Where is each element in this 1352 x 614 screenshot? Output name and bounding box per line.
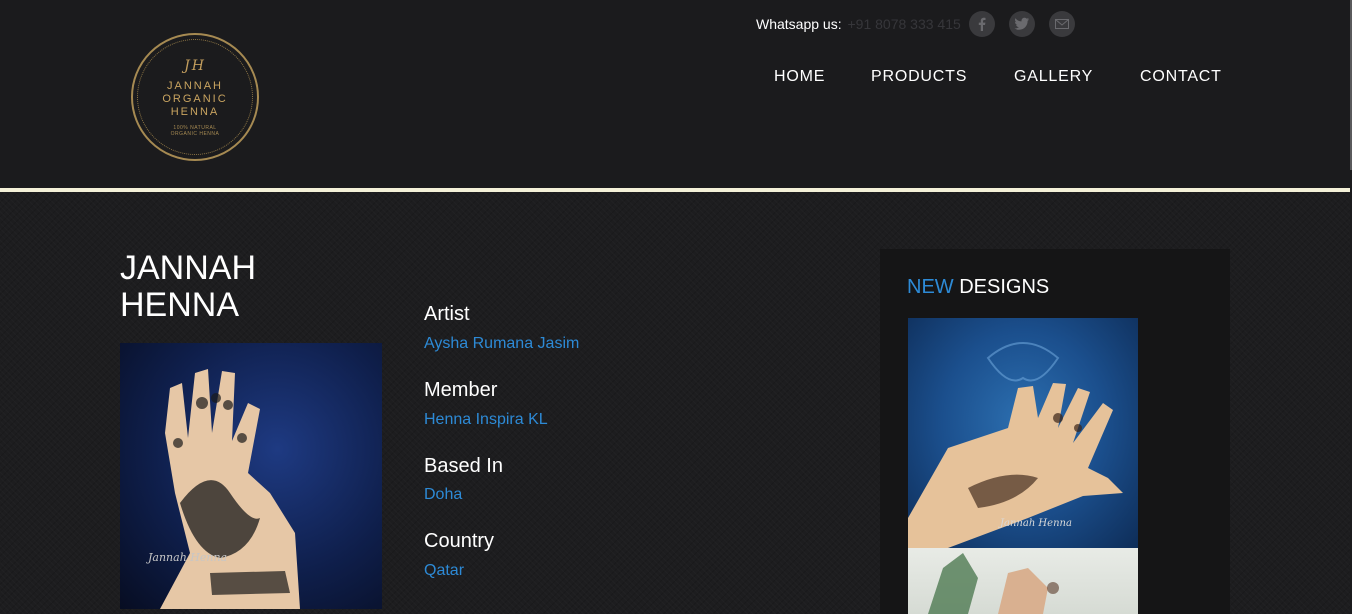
artist-photo: Jannah Henna: [120, 343, 382, 609]
whatsapp-number[interactable]: +91 8078 333 415: [848, 16, 961, 32]
page-title: JANNAH HENNA: [120, 249, 257, 324]
whatsapp-label: Whatsapp us:: [756, 16, 842, 32]
artist-label: Artist: [424, 303, 470, 325]
brand-logo[interactable]: JH JANNAH ORGANIC HENNA 100% NATURAL ORG…: [131, 33, 259, 161]
logo-monogram: JH: [184, 57, 206, 74]
site-header: JH JANNAH ORGANIC HENNA 100% NATURAL ORG…: [0, 0, 1352, 188]
nav-home[interactable]: HOME: [774, 68, 825, 86]
sidebar-title-accent: NEW: [907, 276, 954, 298]
thumbnail-watermark: Jannah Henna: [998, 518, 1072, 529]
country-link[interactable]: Qatar: [424, 562, 464, 580]
photo-watermark: Jannah Henna: [146, 551, 227, 564]
whatsapp-contact: Whatsapp us: +91 8078 333 415: [756, 16, 961, 32]
member-label: Member: [424, 379, 498, 401]
design-thumbnail-2[interactable]: [908, 548, 1138, 614]
logo-name: JANNAH ORGANIC HENNA: [162, 79, 228, 118]
country-label: Country: [424, 530, 495, 552]
logo-tagline: 100% NATURAL ORGANIC HENNA: [170, 124, 220, 137]
member-link[interactable]: Henna Inspira KL: [424, 411, 548, 429]
based-in-link[interactable]: Doha: [424, 486, 462, 504]
email-icon[interactable]: [1049, 11, 1075, 37]
sidebar-title-rest: DESIGNS: [959, 276, 1050, 298]
facebook-icon[interactable]: [969, 11, 995, 37]
twitter-icon[interactable]: [1009, 11, 1035, 37]
nav-products[interactable]: PRODUCTS: [871, 68, 967, 86]
sidebar-title: NEW DESIGNS: [907, 276, 1049, 299]
nav-contact[interactable]: CONTACT: [1140, 68, 1222, 86]
artist-link[interactable]: Aysha Rumana Jasim: [424, 335, 579, 353]
nav-gallery[interactable]: GALLERY: [1014, 68, 1093, 86]
based-in-label: Based In: [424, 455, 503, 477]
design-thumbnail[interactable]: Jannah Henna: [908, 318, 1138, 548]
